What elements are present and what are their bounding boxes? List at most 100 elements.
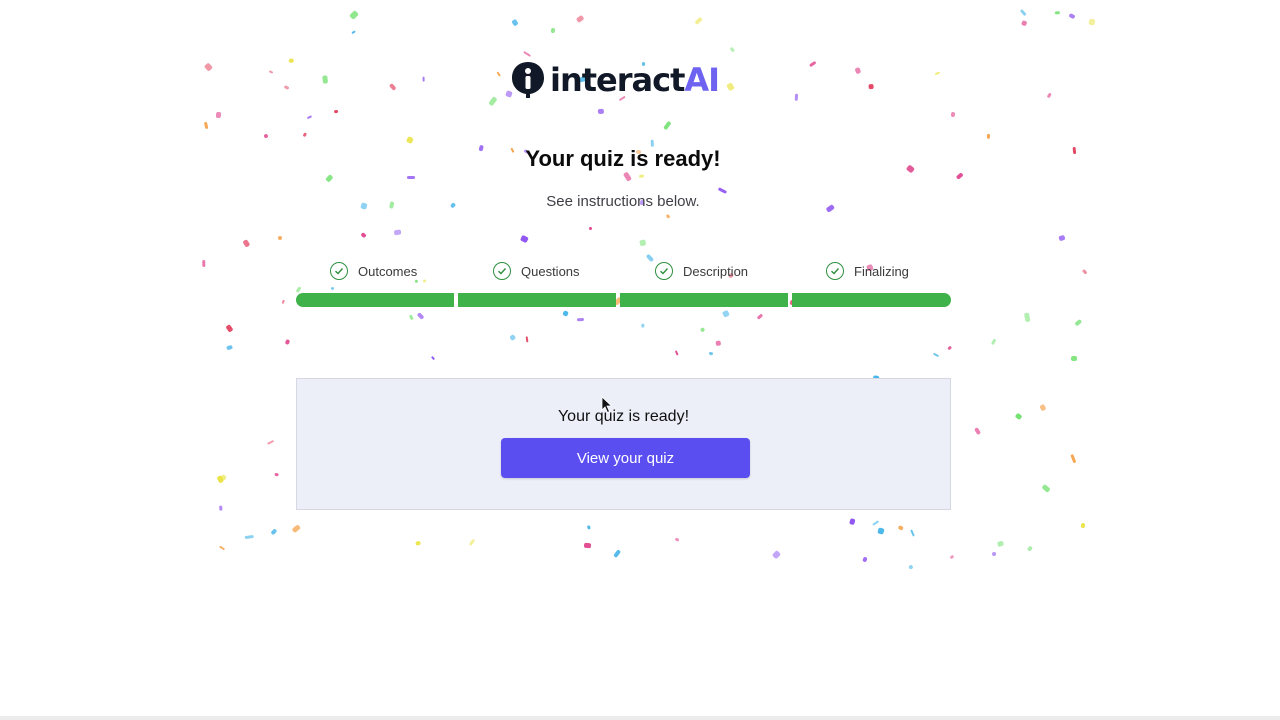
confetti-piece: [722, 309, 731, 318]
confetti-piece: [674, 537, 680, 542]
confetti-piece: [576, 317, 585, 322]
confetti-piece: [360, 232, 367, 239]
view-quiz-button[interactable]: View your quiz: [501, 438, 750, 478]
confetti-piece: [203, 62, 213, 72]
confetti-piece: [587, 525, 591, 530]
confetti-piece: [218, 545, 226, 551]
progress-segment-outcomes: [296, 293, 454, 307]
confetti-piece: [946, 345, 953, 351]
confetti-piece: [226, 345, 233, 351]
confetti-piece: [973, 427, 981, 436]
confetti-layer: [0, 0, 1280, 716]
confetti-piece: [325, 174, 334, 183]
step-finalizing: Finalizing: [826, 262, 909, 280]
page-title: Your quiz is ready!: [525, 146, 721, 171]
page-subtitle: See instructions below.: [546, 193, 700, 210]
check-circle-icon: [826, 262, 844, 280]
progress-bar: [296, 293, 951, 307]
confetti-piece: [1046, 92, 1052, 99]
confetti-piece: [950, 111, 956, 118]
confetti-piece: [708, 351, 714, 356]
confetti-piece: [726, 82, 735, 92]
confetti-piece: [639, 174, 645, 179]
confetti-piece: [955, 172, 964, 180]
confetti-piece: [263, 133, 269, 139]
confetti-piece: [862, 556, 868, 563]
confetti-piece: [283, 84, 290, 91]
confetti-piece: [330, 286, 335, 291]
confetti-piece: [997, 540, 1005, 548]
logo-text-accent: AI: [684, 61, 720, 99]
step-description: Description: [655, 262, 748, 280]
confetti-piece: [1081, 268, 1088, 275]
confetti-piece: [1070, 355, 1077, 361]
confetti-piece: [508, 334, 517, 342]
confetti-piece: [422, 76, 425, 82]
confetti-piece: [511, 19, 519, 27]
quiz-ready-card: Your quiz is ready! View your quiz: [296, 378, 951, 510]
card-title: Your quiz is ready!: [557, 408, 690, 425]
confetti-piece: [349, 10, 359, 20]
confetti-piece: [1054, 10, 1060, 15]
logo-mark-icon: [512, 62, 544, 98]
confetti-piece: [281, 299, 285, 305]
confetti-piece: [597, 108, 605, 115]
confetti-piece: [1020, 9, 1027, 16]
confetti-piece: [1080, 522, 1086, 529]
progress-segment-description: [620, 293, 788, 307]
confetti-piece: [266, 439, 275, 445]
confetti-piece: [220, 474, 227, 481]
confetti-piece: [351, 30, 356, 34]
confetti-piece: [270, 528, 278, 536]
logo-text: interactAI: [550, 61, 720, 99]
confetti-piece: [877, 527, 885, 535]
step-label: Questions: [521, 263, 580, 279]
confetti-piece: [550, 27, 556, 34]
confetti-piece: [645, 253, 655, 263]
confetti-piece: [525, 336, 529, 343]
confetti-piece: [415, 540, 422, 547]
confetti-piece: [215, 111, 222, 119]
confetti-piece: [291, 524, 301, 534]
confetti-piece: [204, 121, 209, 129]
check-circle-icon: [330, 262, 348, 280]
confetti-piece: [991, 338, 997, 345]
confetti-piece: [488, 96, 498, 106]
confetti-piece: [1024, 312, 1031, 323]
confetti-piece: [393, 229, 402, 236]
confetti-piece: [662, 120, 672, 130]
confetti-piece: [613, 549, 622, 559]
confetti-piece: [991, 551, 997, 557]
confetti-piece: [520, 234, 529, 243]
confetti-piece: [729, 46, 735, 52]
confetti-piece: [302, 132, 308, 137]
confetti-piece: [416, 312, 425, 321]
confetti-piece: [848, 517, 856, 526]
confetti-piece: [872, 520, 880, 526]
confetti-piece: [588, 226, 593, 230]
confetti-piece: [406, 136, 414, 144]
confetti-piece: [322, 75, 329, 84]
confetti-piece: [284, 339, 291, 345]
quiz-ready-page: interactAI Your quiz is ready! See instr…: [0, 0, 1280, 720]
confetti-piece: [407, 176, 415, 179]
confetti-piece: [430, 355, 436, 361]
confetti-piece: [216, 475, 225, 484]
progress-segment-questions: [458, 293, 616, 307]
confetti-piece: [1039, 403, 1047, 412]
confetti-piece: [949, 555, 955, 560]
confetti-piece: [772, 550, 782, 560]
confetti-piece: [910, 529, 915, 537]
confetti-piece: [523, 50, 532, 58]
confetti-piece: [674, 350, 679, 357]
confetti-piece: [1074, 319, 1083, 327]
confetti-piece: [1068, 13, 1076, 20]
confetti-piece: [794, 93, 799, 101]
confetti-piece: [268, 70, 274, 74]
confetti-piece: [242, 239, 251, 248]
confetti-piece: [218, 505, 223, 511]
confetti-piece: [333, 109, 339, 114]
check-circle-icon: [655, 262, 673, 280]
confetti-piece: [897, 524, 904, 531]
confetti-piece: [1014, 412, 1023, 421]
